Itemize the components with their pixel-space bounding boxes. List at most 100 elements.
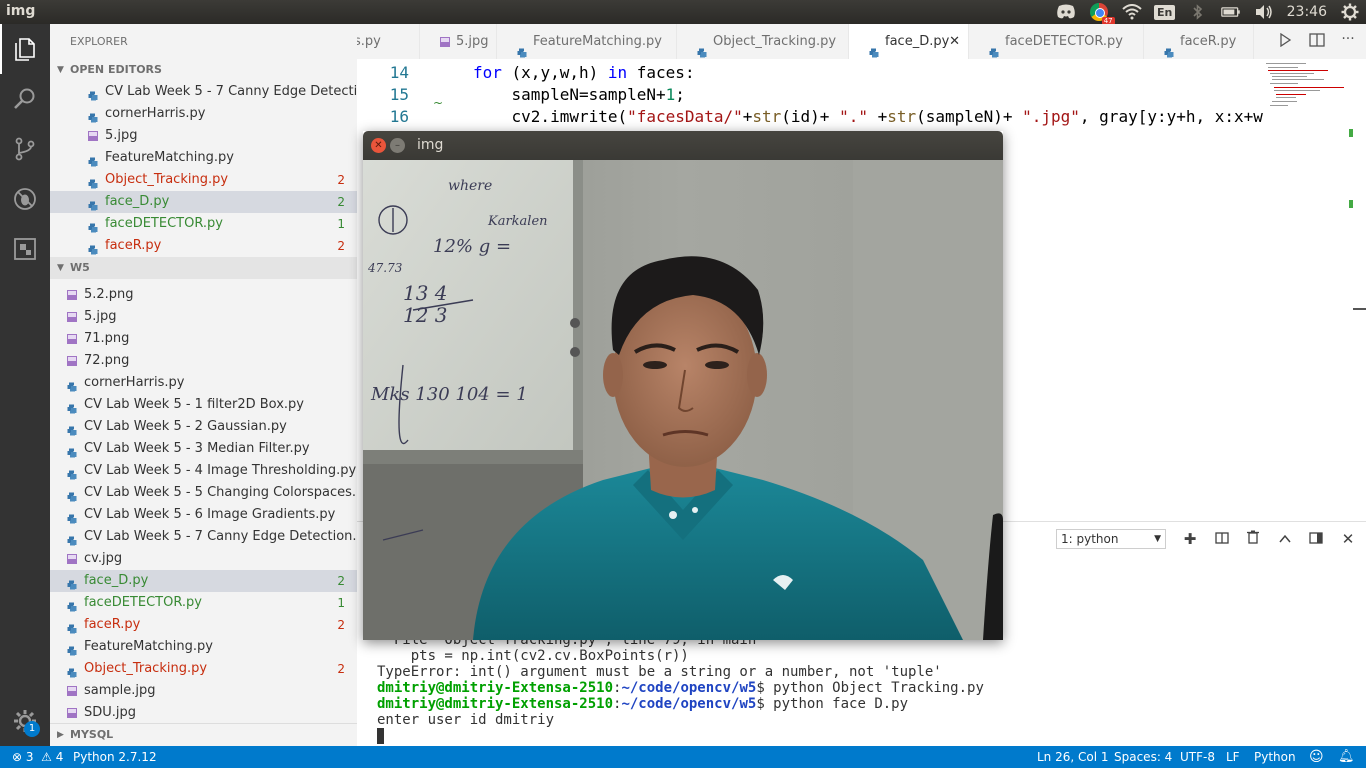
file-label: faceDETECTOR.py xyxy=(84,595,202,610)
file-row[interactable]: SDU.jpg xyxy=(50,702,357,724)
trash-icon[interactable] xyxy=(1243,529,1263,549)
notifications-bell-icon[interactable]: 🔔︎ xyxy=(1338,746,1355,768)
file-label: CV Lab Week 5 - 4 Image Thresholding.py xyxy=(84,463,357,478)
file-row[interactable]: CV Lab Week 5 - 7 Canny Edge Detection.p… xyxy=(50,526,357,548)
run-icon[interactable] xyxy=(1275,32,1295,51)
more-actions-icon[interactable]: ··· xyxy=(1338,31,1358,49)
indentation-setting[interactable]: Spaces: 4 xyxy=(1114,746,1172,768)
python-file-icon xyxy=(88,109,98,123)
search-icon[interactable] xyxy=(0,74,50,124)
svg-text:12% g =: 12% g = xyxy=(433,236,511,257)
file-row[interactable]: FeatureMatching.py xyxy=(50,636,357,658)
split-terminal-icon[interactable] xyxy=(1212,529,1232,549)
file-label: cornerHarris.py xyxy=(84,375,185,390)
debug-icon[interactable] xyxy=(0,174,50,224)
terminal-command: $ python Object Tracking.py xyxy=(756,680,984,696)
open-editors-header[interactable]: ▼ OPEN EDITORS xyxy=(50,59,357,81)
opencv-image-window[interactable]: ✕ – img where Karkalen 12% g = 47.73 13 … xyxy=(363,131,1003,640)
encoding-setting[interactable]: UTF-8 xyxy=(1180,746,1215,768)
file-row[interactable]: CV Lab Week 5 - 4 Image Thresholding.py xyxy=(50,460,357,482)
code-token: "facesData/" xyxy=(627,107,743,126)
terminal-select[interactable]: 1: python ▼ xyxy=(1056,529,1166,549)
discord-icon[interactable] xyxy=(1056,3,1076,21)
folder-w5-list: 5.2.png 5.jpg 71.png 72.png cornerHarris.py C… xyxy=(50,279,357,724)
file-row[interactable]: 72.png xyxy=(50,350,357,372)
file-row[interactable]: CV Lab Week 5 - 3 Median Filter.py xyxy=(50,438,357,460)
keyboard-layout-indicator[interactable]: En xyxy=(1153,3,1176,21)
file-row[interactable]: 71.png xyxy=(50,328,357,350)
volume-icon[interactable] xyxy=(1254,3,1274,21)
new-terminal-icon[interactable]: ✚ xyxy=(1180,529,1200,549)
status-bar: ⊗ 3 ⚠ 4 Python 2.7.12 Ln 26, Col 1 Space… xyxy=(0,746,1366,768)
mysql-label: MYSQL xyxy=(70,728,114,741)
file-row[interactable]: 5.jpg xyxy=(50,306,357,328)
file-row[interactable]: CV Lab Week 5 - 5 Changing Colorspaces.p… xyxy=(50,482,357,504)
file-row[interactable]: faceDETECTOR.py 1 xyxy=(50,213,357,235)
file-row[interactable]: CV Lab Week 5 - 1 filter2D Box.py xyxy=(50,394,357,416)
settings-gear-icon[interactable] xyxy=(0,696,50,746)
file-row[interactable]: CV Lab Week 5 - 2 Gaussian.py xyxy=(50,416,357,438)
image-window-titlebar[interactable]: ✕ – img xyxy=(363,131,1003,160)
python-file-icon xyxy=(67,642,77,656)
python-interpreter[interactable]: Python 2.7.12 xyxy=(73,746,157,768)
file-row[interactable]: CV Lab Week 5 - 6 Image Gradients.py xyxy=(50,504,357,526)
power-gear-icon[interactable] xyxy=(1340,3,1360,21)
file-row[interactable]: 5.jpg xyxy=(50,125,357,147)
chevron-up-icon[interactable] xyxy=(1275,529,1295,549)
code-token: (id)+ xyxy=(781,107,840,126)
folder-w5-header[interactable]: ▼ W5 xyxy=(50,257,357,279)
terminal-user-host: dmitriy@dmitriy-Extensa-2510 xyxy=(377,680,614,696)
split-editor-icon[interactable] xyxy=(1307,33,1327,51)
file-label: CV Lab Week 5 - 6 Image Gradients.py xyxy=(84,507,336,522)
close-panel-icon[interactable]: ✕ xyxy=(1338,529,1358,549)
file-row[interactable]: sample.jpg xyxy=(50,680,357,702)
battery-icon[interactable] xyxy=(1220,3,1241,21)
file-row[interactable]: 5.2.png xyxy=(50,284,357,306)
terminal-line: dmitriy@dmitriy-Extensa-2510:~/code/open… xyxy=(377,696,908,712)
file-row[interactable]: faceR.py 2 xyxy=(50,235,357,257)
close-tab-icon[interactable]: ✕ xyxy=(949,24,960,59)
image-file-icon xyxy=(67,334,77,344)
minimize-window-icon[interactable]: – xyxy=(390,138,405,153)
editor-tab[interactable]: faceR.py xyxy=(1144,24,1254,59)
bluetooth-icon[interactable] xyxy=(1188,3,1208,21)
svg-text:Karkalen: Karkalen xyxy=(487,214,548,229)
file-row[interactable]: FeatureMatching.py xyxy=(50,147,357,169)
source-control-icon[interactable] xyxy=(0,124,50,174)
file-row[interactable]: cornerHarris.py xyxy=(50,372,357,394)
mysql-header[interactable]: ▶ MYSQL xyxy=(50,723,357,745)
editor-tab[interactable]: ris.py xyxy=(357,24,420,59)
feedback-smiley-icon[interactable]: ☺ xyxy=(1309,746,1324,768)
editor-tab[interactable]: face_D.py ✕ xyxy=(849,24,969,59)
problems-indicator[interactable]: ⊗ 3 ⚠ 4 xyxy=(12,746,63,768)
python-file-icon xyxy=(67,664,77,678)
extensions-icon[interactable] xyxy=(0,224,50,274)
eol-setting[interactable]: LF xyxy=(1226,746,1240,768)
minimap[interactable] xyxy=(1264,59,1354,521)
code-line[interactable]: 15 sampleN=sampleN+1; xyxy=(357,84,1262,106)
explorer-files-icon[interactable] xyxy=(0,24,50,74)
editor-tab[interactable]: 5.jpg xyxy=(420,24,497,59)
wifi-icon[interactable] xyxy=(1121,3,1142,21)
python-file-icon xyxy=(88,197,98,211)
editor-tab[interactable]: faceDETECTOR.py xyxy=(969,24,1144,59)
editor-tab[interactable]: Object_Tracking.py xyxy=(677,24,849,59)
file-row[interactable]: cornerHarris.py xyxy=(50,103,357,125)
file-row[interactable]: faceR.py 2 xyxy=(50,614,357,636)
code-line[interactable]: 16 cv2.imwrite("facesData/"+str(id)+ "."… xyxy=(357,106,1263,128)
file-row[interactable]: cv.jpg xyxy=(50,548,357,570)
file-row[interactable]: CV Lab Week 5 - 7 Canny Edge Detection..… xyxy=(50,81,357,103)
code-line[interactable]: 14 for (x,y,w,h) in faces: xyxy=(357,62,1262,84)
cursor-position[interactable]: Ln 26, Col 1 xyxy=(1037,746,1109,768)
file-row[interactable]: faceDETECTOR.py 1 xyxy=(50,592,357,614)
chrome-icon[interactable]: 47 xyxy=(1089,3,1115,25)
file-row[interactable]: Object_Tracking.py 2 xyxy=(50,658,357,680)
toggle-panel-position-icon[interactable] xyxy=(1306,529,1326,549)
language-mode[interactable]: Python xyxy=(1254,746,1296,768)
editor-tab[interactable]: FeatureMatching.py xyxy=(497,24,677,59)
clock[interactable]: 23:46 xyxy=(1287,4,1327,20)
file-row[interactable]: face_D.py 2 xyxy=(50,191,357,213)
close-window-icon[interactable]: ✕ xyxy=(371,138,386,153)
file-row[interactable]: face_D.py 2 xyxy=(50,570,357,592)
file-row[interactable]: Object_Tracking.py 2 xyxy=(50,169,357,191)
